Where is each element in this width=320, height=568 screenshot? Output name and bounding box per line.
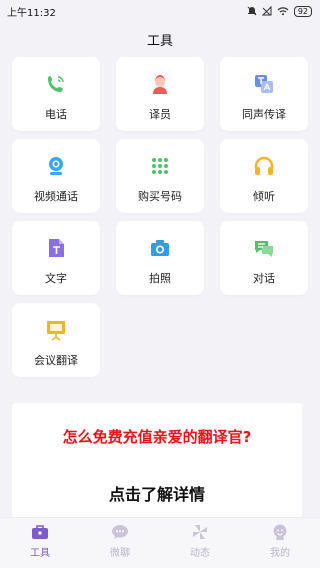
tab-label: 工具 [30,548,50,559]
pinwheel-icon [193,525,207,539]
tool-label: 电话 [45,108,67,121]
camera-icon [147,235,173,261]
meeting-board-icon [43,317,69,343]
text-icon [43,235,69,261]
toolbox-icon [32,525,48,539]
notification-muted-icon [247,6,257,16]
battery-indicator: 92 [293,5,312,17]
signal-off-icon [261,6,272,16]
tool-dialogue[interactable]: 对话 [220,221,308,295]
details-link[interactable]: 点击了解详情 [12,481,302,505]
tool-label: 倾听 [253,190,275,203]
tool-label: 同声传译 [242,108,286,121]
page-title: 工具 [146,34,173,49]
chat-icon [112,525,128,539]
tab-tools[interactable]: 工具 [0,518,80,568]
tool-simultaneous-interpretation[interactable]: 同声传译 [220,57,308,131]
tab-label: 动态 [190,548,210,559]
tool-label: 文字 [45,272,67,285]
tools-grid: 电话 译员 同声传译 视频通话 购买号码 倾听 文字 拍照 对话 会议翻译 [12,57,308,377]
tool-label: 拍照 [149,272,171,285]
promo-banner[interactable]: 怎么免费充值亲爱的翻译官? 点击了解详情 [12,403,302,518]
tool-label: 视频通话 [34,190,78,203]
tab-profile[interactable]: 我的 [240,518,320,568]
status-icons: 92 [247,5,312,17]
headphones-icon [251,153,277,179]
tool-phone[interactable]: 电话 [12,57,100,131]
tool-label: 译员 [149,108,171,121]
tab-label: 微聊 [110,548,130,559]
tool-photo[interactable]: 拍照 [116,221,204,295]
tool-label: 购买号码 [138,190,182,203]
profile-icon [273,524,287,540]
phone-icon [43,71,69,97]
simultaneous-translate-icon [251,71,277,97]
wifi-icon [277,7,289,16]
bottom-tab-bar: 工具 微聊 动态 我的 [0,517,320,568]
tool-label: 对话 [253,272,275,285]
promo-headline: 怎么免费充值亲爱的翻译官? [62,428,252,446]
tool-label: 会议翻译 [34,354,78,367]
tool-listen[interactable]: 倾听 [220,139,308,213]
tool-buy-number[interactable]: 购买号码 [116,139,204,213]
tool-text[interactable]: 文字 [12,221,100,295]
chat-bubbles-icon [251,235,277,261]
tool-video-call[interactable]: 视频通话 [12,139,100,213]
translator-person-icon [147,71,173,97]
status-bar: 上午11:32 92 [0,0,320,22]
status-time: 上午11:32 [7,7,56,19]
tab-moments[interactable]: 动态 [160,518,240,568]
tab-chat[interactable]: 微聊 [80,518,160,568]
video-call-icon [43,153,69,179]
tool-meeting-translation[interactable]: 会议翻译 [12,303,100,377]
tab-label: 我的 [270,548,290,559]
keypad-icon [147,153,173,179]
tool-translator[interactable]: 译员 [116,57,204,131]
